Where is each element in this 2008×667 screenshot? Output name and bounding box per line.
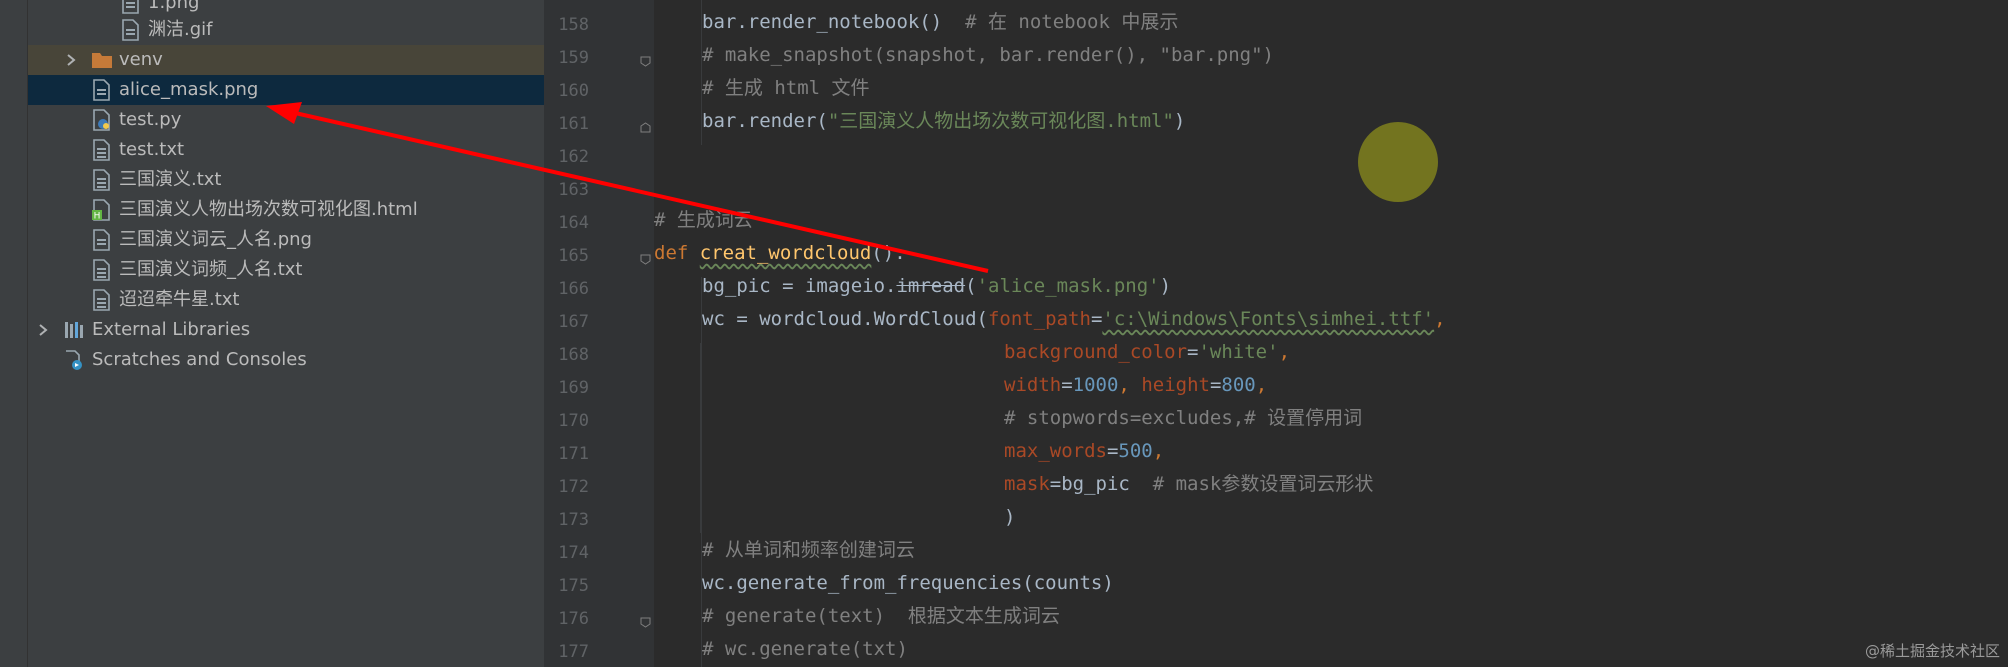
annotation-arrow xyxy=(266,102,989,273)
watermark: @稀土掘金技术社区 xyxy=(1864,642,2000,660)
